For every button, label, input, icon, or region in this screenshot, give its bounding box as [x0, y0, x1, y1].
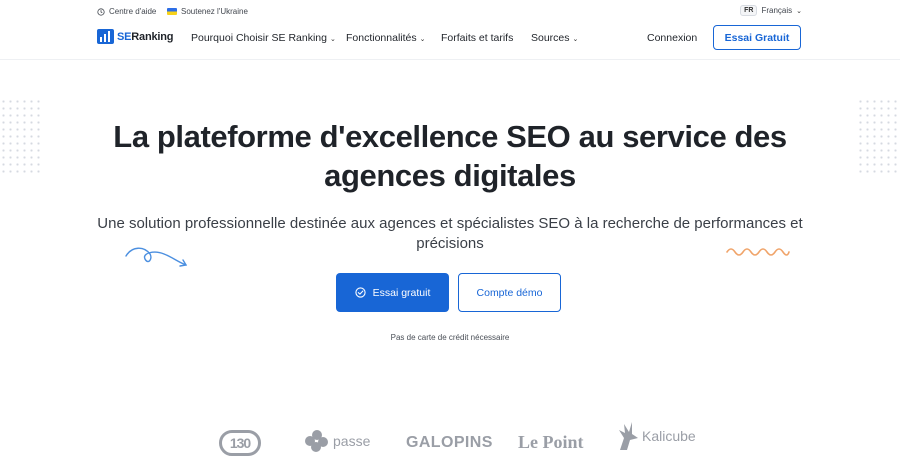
utility-bar: Centre d'aide Soutenez l'Ukraine FR Fran… — [0, 0, 900, 24]
check-circle-icon — [354, 287, 366, 298]
nav-item-label: Fonctionnalités — [346, 32, 417, 44]
support-ukraine-link[interactable]: Soutenez l'Ukraine — [167, 7, 248, 16]
help-center-link[interactable]: Centre d'aide — [97, 7, 156, 16]
passe-blobs-icon — [305, 430, 329, 452]
nav-item-sources[interactable]: Sources ⌄ — [531, 32, 578, 44]
nav-item-pricing[interactable]: Forfaits et tarifs — [441, 32, 513, 44]
decorative-dot-grid — [857, 98, 897, 176]
nav-item-features[interactable]: Fonctionnalités ⌄ — [346, 32, 426, 44]
start-free-trial-button[interactable]: Essai gratuit — [336, 273, 449, 312]
nav-item-why-choose[interactable]: Pourquoi Choisir SE Ranking ⌄ — [191, 32, 336, 44]
main-navbar: SERanking Pourquoi Choisir SE Ranking ⌄ … — [0, 24, 900, 60]
language-selector[interactable]: FR Français ⌄ — [740, 5, 802, 16]
nav-item-label: Forfaits et tarifs — [441, 32, 514, 44]
kalicube-text: Kalicube — [642, 428, 696, 444]
chevron-down-icon: ⌄ — [572, 35, 579, 43]
client-logos-row: 130 passe GALOPINS Le Point Kalicube — [0, 418, 900, 461]
help-center-label: Centre d'aide — [109, 7, 157, 16]
language-label: Français — [761, 6, 793, 15]
login-link[interactable]: Connexion — [647, 32, 697, 44]
hero-title: La plateforme d'excellence SEO au servic… — [113, 119, 787, 193]
passe-text: passe — [333, 433, 371, 449]
clock-icon — [97, 7, 105, 16]
se-ranking-logo[interactable]: SERanking — [97, 29, 173, 44]
demo-account-button[interactable]: Compte démo — [458, 273, 561, 312]
wave-decoration-icon — [726, 248, 790, 256]
logo-passe: passe — [305, 430, 370, 452]
free-trial-button[interactable]: Essai Gratuit — [713, 25, 801, 50]
chevron-down-icon: ⌄ — [419, 35, 426, 43]
chevron-down-icon: ⌄ — [796, 8, 802, 15]
no-credit-card-note: Pas de carte de crédit nécessaire — [390, 333, 510, 342]
kalicube-bird-icon — [619, 422, 638, 450]
logo-130: 130 — [219, 430, 261, 456]
hero-subtitle: Une solution professionnelle destinée au… — [97, 215, 803, 252]
logo-galopins: GALOPINS — [406, 434, 493, 451]
start-free-trial-label: Essai gratuit — [372, 286, 431, 299]
chevron-down-icon: ⌄ — [330, 35, 336, 43]
logo-kalicube: Kalicube — [616, 420, 696, 452]
support-ukraine-label: Soutenez l'Ukraine — [181, 7, 248, 16]
swirl-arrow-icon — [125, 247, 188, 267]
decorative-dot-grid — [0, 98, 40, 176]
ukraine-flag-icon — [167, 8, 177, 15]
logo-bars-icon — [97, 29, 114, 44]
logo-le-point: Le Point — [518, 432, 584, 452]
logo-text: SERanking — [117, 30, 174, 43]
nav-item-label: Sources — [531, 32, 570, 44]
language-code: FR — [740, 5, 758, 16]
nav-item-label: Pourquoi Choisir SE Ranking — [191, 32, 327, 44]
